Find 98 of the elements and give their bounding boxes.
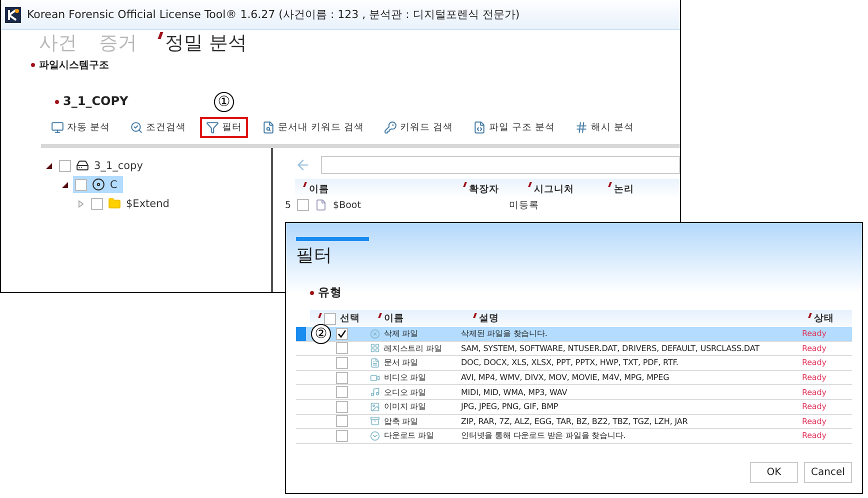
file-name: $Boot	[333, 200, 362, 210]
type-description: AVI, MP4, WMV, DIVX, MOV, MOVIE, M4V, MPG, MPEG	[461, 373, 670, 382]
type-description: 인터넷을 통해 다운로드 받은 파일을 찾습니다.	[461, 430, 627, 442]
checkbox[interactable]	[336, 356, 348, 369]
type-description: JPG, JPEG, PNG, GIF, BMP	[461, 402, 560, 412]
column-header[interactable]: 선택	[310, 310, 370, 327]
hash-icon	[575, 120, 588, 134]
type-description: MIDI, MID, WMA, MP3, WAV	[461, 388, 568, 397]
column-header[interactable]: 논리	[600, 179, 680, 198]
checkbox[interactable]	[336, 400, 348, 413]
callout-number: ①	[214, 92, 234, 112]
document-icon	[370, 358, 380, 368]
folder-icon	[108, 197, 121, 210]
callout-number: ②	[311, 324, 331, 344]
image-icon	[370, 402, 380, 412]
toolbar-button[interactable]: 문서내 키워드 검색	[256, 116, 370, 138]
tree-label: $Extend	[126, 198, 170, 210]
cancel-button[interactable]: Cancel	[804, 462, 852, 483]
checkbox[interactable]	[75, 178, 87, 190]
table-row[interactable]: 이미지 파일 JPG, JPEG, PNG, GIF, BMP Ready	[296, 400, 852, 415]
type-name: 오디오 파일	[366, 386, 461, 398]
type-name: 이미지 파일	[366, 401, 461, 412]
status-text: Ready	[801, 388, 828, 397]
table-row[interactable]: 문서 파일 DOC, DOCX, XLS, XLSX, PPT, PPTX, HWP, TXT, PDF, RTF. Ready	[296, 356, 852, 371]
type-name: 다운로드 파일	[366, 430, 461, 442]
checkbox[interactable]	[336, 415, 348, 428]
table-row[interactable]: 레지스트리 파일 SAM, SYSTEM, SOFTWARE, NTUSER.DAT, DRIVERS, DEFAULT, USRCLASS.DAT Ready	[296, 342, 852, 356]
column-header[interactable]: 상태	[800, 310, 841, 327]
checkbox[interactable]	[336, 430, 348, 442]
window-title: Korean Forensic Official License Tool® 1.6.27 (사건이름 : 123 , 분석관 : 디지털포렌식 전문가)	[27, 7, 520, 22]
key-icon	[384, 120, 398, 134]
download-icon	[370, 430, 380, 441]
collapse-icon[interactable]	[61, 180, 69, 188]
checkbox[interactable]	[324, 312, 336, 324]
table-row[interactable]: ② 삭제 파일 삭제된 파일을 찾습니다. Ready	[296, 327, 852, 342]
status-text: Ready	[801, 402, 828, 412]
type-description: 삭제된 파일을 찾습니다.	[461, 328, 548, 340]
tree-label: 3_1_copy	[94, 160, 143, 172]
status-text: Ready	[801, 373, 828, 382]
expand-icon[interactable]	[77, 200, 85, 208]
type-description: DOC, DOCX, XLS, XLSX, PPT, PPTX, HWP, TXT, PDF, RTF.	[461, 358, 680, 368]
section-label: 유형	[310, 285, 852, 300]
nav-tab[interactable]: 정밀 분석	[159, 30, 248, 56]
tree-item[interactable]: $Extend	[89, 195, 176, 212]
type-description: SAM, SYSTEM, SOFTWARE, NTUSER.DAT, DRIVERS, DEFAULT, USRCLASS.DAT	[461, 344, 760, 353]
type-description: ZIP, RAR, 7Z, ALZ, EGG, TAR, BZ, BZ2, TBZ, TGZ, LZH, JAR	[461, 416, 689, 426]
app-logo-icon	[5, 6, 21, 22]
type-name: 삭제 파일	[366, 328, 461, 340]
file-signature: 미등록	[509, 198, 540, 212]
toolbar-button[interactable]: 키워드 검색	[378, 116, 460, 138]
status-text: Ready	[801, 431, 828, 440]
type-name: 압축 파일	[366, 416, 461, 427]
tree-label: C	[110, 178, 118, 190]
checkbox[interactable]	[336, 372, 348, 384]
path-field[interactable]	[321, 156, 680, 174]
ok-button[interactable]: OK	[750, 462, 798, 483]
evidence-name: 3_1_COPY	[55, 94, 128, 110]
type-name: 비디오 파일	[366, 372, 461, 384]
search-icon	[130, 120, 144, 134]
column-header[interactable]: 이름	[295, 179, 455, 198]
filter-icon	[206, 120, 220, 134]
status-text: Ready	[801, 358, 828, 368]
toolbar-button[interactable]: 자동 분석	[45, 116, 116, 138]
column-header[interactable]: 확장자	[455, 179, 520, 198]
column-header[interactable]: 설명	[465, 310, 800, 327]
table-row[interactable]: 압축 파일 ZIP, RAR, 7Z, ALZ, EGG, TAR, BZ, BZ2, TBZ, TGZ, LZH, JAR Ready	[296, 414, 852, 430]
toolbar-button[interactable]: 해시 분석	[569, 116, 640, 138]
table-row[interactable]: 오디오 파일 MIDI, MID, WMA, MP3, WAV Ready	[296, 385, 852, 400]
video-icon	[370, 372, 380, 383]
toolbar-button[interactable]: 조건검색	[124, 116, 192, 138]
checkbox[interactable]	[297, 199, 310, 211]
type-name: 레지스트리 파일	[366, 342, 461, 354]
row-number: 5	[285, 200, 292, 210]
checkbox[interactable]	[336, 386, 348, 398]
monitor-icon	[51, 120, 64, 134]
type-name: 문서 파일	[366, 357, 461, 368]
collapse-icon[interactable]	[45, 162, 53, 170]
section-label: 파일시스템구조	[31, 58, 680, 72]
status-text: Ready	[801, 416, 828, 426]
docsearch-icon	[262, 120, 276, 134]
status-text: Ready	[801, 344, 828, 353]
checkbox[interactable]	[336, 328, 348, 340]
checkbox[interactable]	[91, 198, 103, 210]
status-text: Ready	[801, 329, 828, 338]
checkbox[interactable]	[336, 342, 348, 354]
file-icon	[315, 199, 328, 211]
archive-icon	[370, 416, 380, 426]
dialog-title: 필터	[296, 244, 333, 267]
checkbox[interactable]	[59, 160, 71, 172]
column-header[interactable]: 시그니처	[520, 179, 600, 198]
tree-item[interactable]: C	[73, 176, 124, 193]
audio-icon	[370, 387, 380, 398]
column-header[interactable]: 이름	[370, 310, 465, 327]
table-row[interactable]: 다운로드 파일 인터넷을 통해 다운로드 받은 파일을 찾습니다. Ready	[296, 429, 852, 444]
table-row[interactable]: 비디오 파일 AVI, MP4, WMV, DIVX, MOV, MOVIE, M4V, MPG, MPEG Ready	[296, 370, 852, 386]
tree-item[interactable]: 3_1_copy	[57, 157, 149, 174]
toolbar-button[interactable]: 파일 구조 분석	[467, 116, 562, 138]
back-arrow-icon[interactable]	[295, 157, 311, 173]
